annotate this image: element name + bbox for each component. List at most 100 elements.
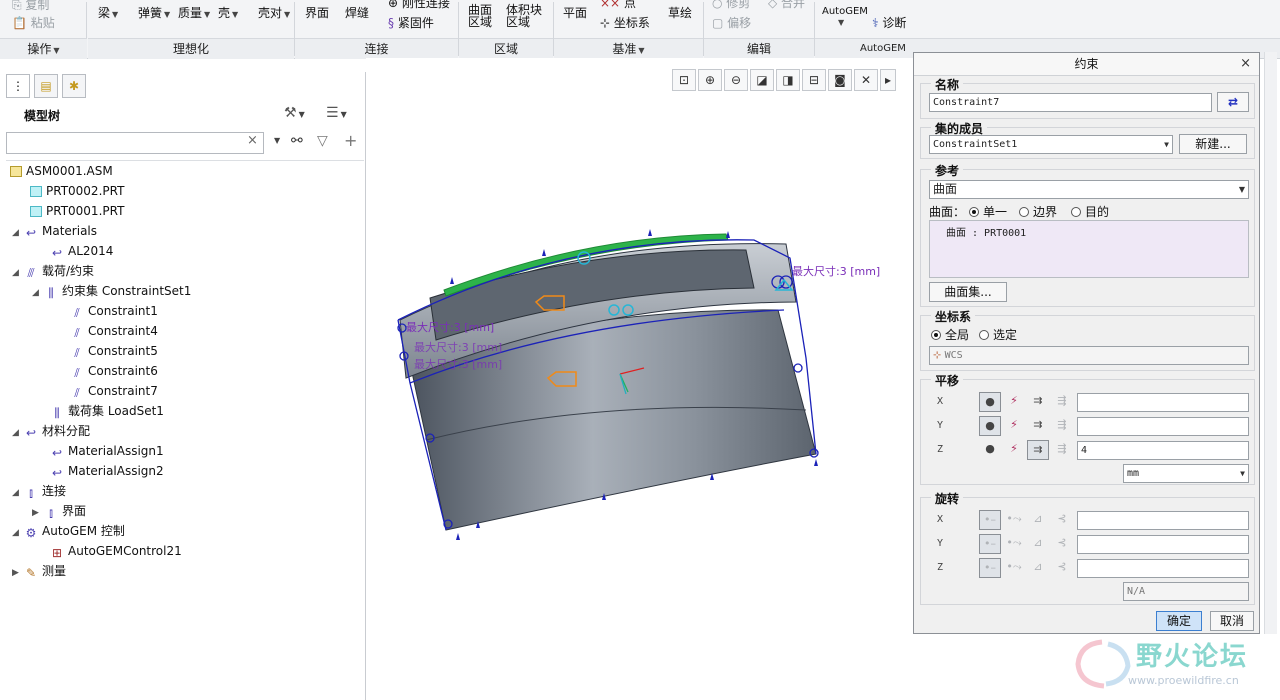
merge-button[interactable]: ◇ 合并 [768,0,805,11]
saved-views-icon[interactable]: ⊟ [802,69,826,91]
weld-button[interactable]: 焊缝 [345,4,369,21]
rotation-y-free-icon[interactable]: •– [979,534,1001,554]
option-boundary[interactable]: 边界 [1019,203,1057,220]
translation-x-function-icon[interactable]: ⇶ [1051,392,1073,412]
rotation-y-function-icon[interactable]: ⊰ [1051,534,1073,554]
tree-item-material-assign[interactable]: ◢ ↩ 材料分配 [12,421,90,441]
tree-item-measures[interactable]: ▶ ✎ 测量 [12,561,66,581]
translation-x-free-icon[interactable]: ● [979,392,1001,412]
csys-global-option[interactable]: 全局 [931,326,969,343]
tree-item-constraint4[interactable]: ⫽ Constraint4 [70,321,158,341]
tree-item-autogem-control[interactable]: ◢ ⚙ AutoGEM 控制 [12,521,125,541]
beam-button[interactable]: 梁 ▼ [98,4,118,21]
clear-icon[interactable]: × [247,133,258,148]
fastener-button[interactable]: § 紧固件 [388,14,434,31]
interface-button[interactable]: 界面 [305,4,329,21]
translation-y-prescribed-icon[interactable]: ⇉ [1027,416,1049,436]
rotation-y-fixed-icon[interactable]: •⤳ [1003,534,1025,554]
graphics-viewport[interactable]: 最大尺寸:3 [mm] 最大尺寸:3 [mm] 最大尺寸:3 [mm] 最大尺寸… [366,58,914,700]
tree-item-loads-constraints[interactable]: ◢ ⫻ 载荷/约束 [12,261,94,281]
translation-x-prescribed-icon[interactable]: ⇉ [1027,392,1049,412]
translation-y-free-icon[interactable]: ● [979,416,1001,436]
close-icon[interactable]: × [1240,53,1251,75]
rotation-z-free-icon[interactable]: •– [979,558,1001,578]
expand-toggle-icon[interactable]: ◢ [12,223,24,243]
collapse-toggle-icon[interactable]: ▶ [12,563,24,583]
translation-z-function-icon[interactable]: ⇶ [1051,440,1073,460]
display-style-icon[interactable]: ◨ [776,69,800,91]
view-manager-icon[interactable]: ◙ [828,69,852,91]
tree-item-prt0002[interactable]: PRT0002.PRT [30,181,124,201]
ok-button[interactable]: 确定 [1156,611,1202,631]
rotation-x-prescribed-icon[interactable]: ⊿ [1027,510,1049,530]
tree-item-constraint5[interactable]: ⫽ Constraint5 [70,341,158,361]
autogem-button[interactable]: AutoGEM ▼ [822,6,868,28]
surface-set-button[interactable]: 曲面集... [929,282,1007,302]
tree-item-al2014[interactable]: ↩ AL2014 [50,241,113,261]
name-action-button[interactable]: ⇄ [1217,92,1249,112]
tree-item-constraint7[interactable]: ⫽ Constraint7 [70,381,158,401]
expand-toggle-icon[interactable]: ◢ [12,483,24,503]
rotation-y-input[interactable] [1077,535,1249,554]
spring-button[interactable]: 弹簧 ▼ [138,4,170,21]
offset-button[interactable]: ▢ 偏移 [712,14,751,31]
option-target[interactable]: 目的 [1071,203,1109,220]
rotation-z-input[interactable] [1077,559,1249,578]
reference-entry[interactable]: 曲面 : PRT0001 [946,224,1026,239]
datum-plane-button[interactable]: 平面 [563,4,587,21]
group-datum[interactable]: 基准 ▼ [554,38,703,59]
rotation-x-input[interactable] [1077,511,1249,530]
shell-pair-button[interactable]: 壳对 ▼ [258,4,290,21]
reference-type-select[interactable]: 曲面 ▼ [929,180,1249,199]
tree-columns-button[interactable]: ☰ ▼ [326,105,347,121]
rotation-y-prescribed-icon[interactable]: ⊿ [1027,534,1049,554]
repaint-icon[interactable]: ◪ [750,69,774,91]
name-input[interactable]: Constraint7 [929,93,1212,112]
new-set-button[interactable]: 新建... [1179,134,1247,154]
volume-region-button[interactable]: 体积块区域 [506,4,544,28]
translation-y-function-icon[interactable]: ⇶ [1051,416,1073,436]
csys-field[interactable]: ⊹ WCS [929,346,1249,365]
translation-z-free-icon[interactable]: ● [979,440,1001,460]
trim-button[interactable]: ○ 修剪 [712,0,750,11]
annotation-display-icon[interactable]: ▸ [880,69,896,91]
expand-toggle-icon[interactable]: ◢ [12,523,24,543]
diagnose-button[interactable]: ⚕ 诊断 [872,14,906,31]
datum-point-button[interactable]: ×× 点 [600,0,636,11]
tree-item-connections[interactable]: ◢ ⫾ 连接 [12,481,66,501]
copy-button[interactable]: ⎘ 复制 [12,0,49,13]
translation-x-fixed-icon[interactable]: ⚡ [1003,392,1025,412]
tree-item-loadset1[interactable]: ⫼ 载荷集 LoadSet1 [50,401,164,421]
tree-item-autogemcontrol21[interactable]: ⊞ AutoGEMControl21 [50,541,182,561]
rotation-x-free-icon[interactable]: •– [979,510,1001,530]
translation-unit-select[interactable]: mm ▼ [1123,464,1249,483]
tree-search-input[interactable] [6,132,264,154]
option-single[interactable]: 单一 [969,203,1007,220]
csys-selected-option[interactable]: 选定 [979,326,1017,343]
rotation-z-prescribed-icon[interactable]: ⊿ [1027,558,1049,578]
sketch-button[interactable]: 草绘 [668,4,692,21]
translation-x-input[interactable] [1077,393,1249,412]
tree-item-constraintset1[interactable]: ◢ ⫼ 约束集 ConstraintSet1 [32,281,191,301]
group-operations[interactable]: 操作 ▼ [0,38,87,59]
rotation-x-function-icon[interactable]: ⊰ [1051,510,1073,530]
collapse-toggle-icon[interactable]: ▶ [32,503,44,523]
zoom-in-icon[interactable]: ⊕ [698,69,722,91]
add-icon[interactable]: + [344,131,357,150]
set-member-select[interactable]: ConstraintSet1 ▼ [929,135,1173,154]
filter-icon[interactable]: ▽ [317,133,328,149]
tree-item-materials[interactable]: ◢ ↩ Materials [12,221,97,241]
datum-display-icon[interactable]: ✕ [854,69,878,91]
rotation-unit-field[interactable]: N/A [1123,582,1249,601]
expand-toggle-icon[interactable]: ◢ [32,283,44,303]
scrollbar[interactable] [1264,52,1277,634]
tree-item-asm0001[interactable]: ASM0001.ASM [10,161,113,181]
cancel-button[interactable]: 取消 [1210,611,1254,631]
paste-button[interactable]: 📋 粘贴 [12,14,55,31]
translation-z-input[interactable]: 4 [1077,441,1249,460]
tree-settings-button[interactable]: ⚒ ▼ [284,105,305,121]
tab-favorites[interactable]: ✱ [62,74,86,98]
tab-model-tree[interactable]: ⋮ [6,74,30,98]
tree-item-interface[interactable]: ▶ ⫾ 界面 [32,501,86,521]
expand-toggle-icon[interactable]: ◢ [12,263,24,283]
